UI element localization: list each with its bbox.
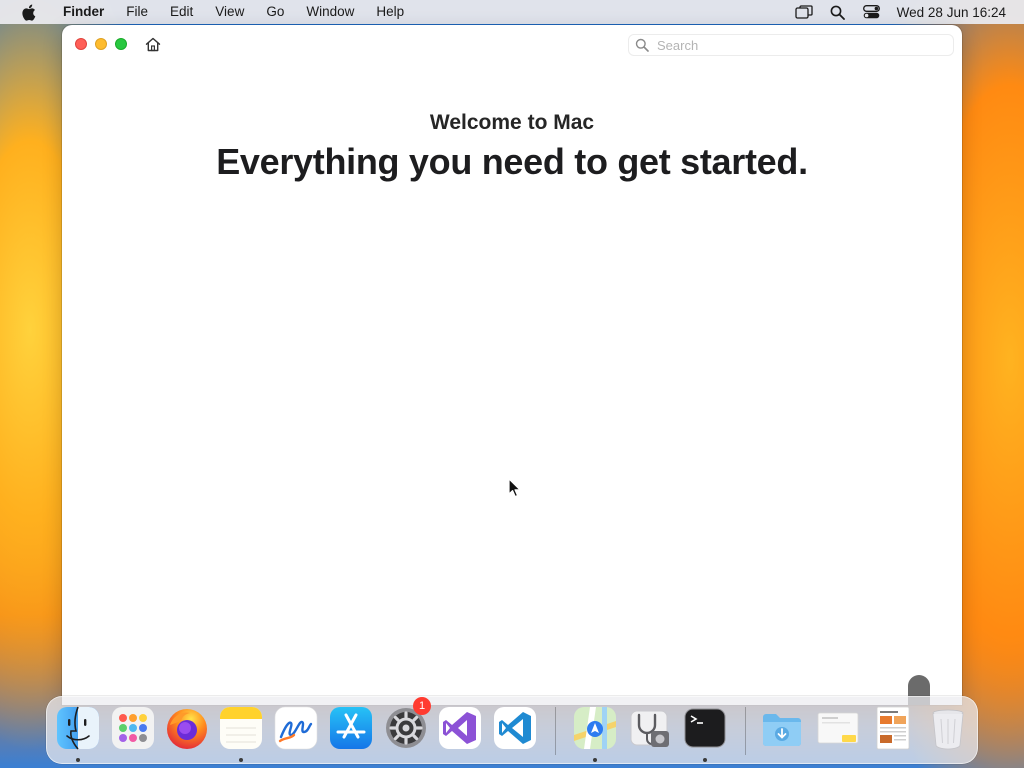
search-input[interactable] — [657, 37, 937, 53]
visual-studio-icon — [439, 707, 481, 749]
menu-bar: Finder File Edit View Go Window Help Wed… — [0, 0, 1024, 24]
disk-utility-icon — [630, 710, 669, 747]
welcome-subtitle: Welcome to Mac — [429, 111, 595, 134]
terminal-icon — [684, 708, 726, 748]
dock-separator — [745, 707, 746, 755]
close-window-button[interactable] — [75, 38, 87, 50]
dock-item-maps[interactable] — [572, 705, 618, 751]
menu-help[interactable]: Help — [365, 0, 415, 24]
dock-running-indicator — [239, 758, 243, 762]
app-store-icon — [330, 707, 372, 749]
dock-item-launchpad[interactable] — [110, 705, 156, 751]
control-center-icon[interactable] — [855, 0, 889, 24]
firefox-icon — [167, 709, 207, 749]
notes-icon — [220, 707, 262, 749]
document-stack-icon — [817, 712, 859, 744]
menu-go[interactable]: Go — [255, 0, 295, 24]
menu-app-name[interactable]: Finder — [52, 0, 115, 24]
dock-item-system-settings[interactable]: 1 — [383, 697, 431, 751]
dock-item-vscode[interactable] — [492, 705, 538, 751]
minimize-window-button[interactable] — [95, 38, 107, 50]
dock: 1 — [46, 696, 978, 764]
dock-item-notes[interactable] — [218, 705, 264, 751]
notification-badge: 1 — [413, 697, 431, 715]
welcome-window: Welcome to Mac Everything you need to ge… — [62, 25, 962, 705]
document-preview-icon — [876, 706, 910, 750]
downloads-folder-icon — [763, 714, 801, 746]
freeform-icon — [274, 706, 318, 750]
dock-running-indicator — [703, 758, 707, 762]
search-field[interactable] — [628, 34, 954, 56]
menu-window[interactable]: Window — [295, 0, 365, 24]
menu-file[interactable]: File — [115, 0, 159, 24]
dock-item-app-store[interactable] — [328, 705, 374, 751]
vscode-icon — [494, 707, 536, 749]
dock-running-indicator — [76, 758, 80, 762]
finder-icon — [57, 706, 99, 750]
launchpad-icon — [112, 707, 154, 749]
dock-item-document-preview[interactable] — [869, 705, 915, 751]
dock-item-finder[interactable] — [55, 705, 101, 751]
maps-icon — [574, 707, 616, 749]
mouse-cursor-icon — [508, 478, 521, 498]
dock-item-disk-utility[interactable] — [627, 705, 673, 751]
zoom-window-button[interactable] — [115, 38, 127, 50]
dock-item-document-stack[interactable] — [814, 705, 860, 751]
dock-running-indicator — [593, 758, 597, 762]
menu-edit[interactable]: Edit — [159, 0, 204, 24]
search-icon — [635, 38, 649, 52]
dock-item-visual-studio[interactable] — [437, 705, 483, 751]
spotlight-search-icon[interactable] — [821, 0, 855, 24]
menu-view[interactable]: View — [204, 0, 255, 24]
dock-item-firefox[interactable] — [164, 705, 210, 751]
dock-item-trash[interactable] — [925, 705, 971, 751]
menu-bar-clock[interactable]: Wed 28 Jun 16:24 — [889, 5, 1024, 20]
trash-icon — [932, 709, 964, 750]
home-icon[interactable] — [144, 35, 162, 53]
dock-item-downloads[interactable] — [759, 705, 805, 751]
screen-mirroring-icon[interactable] — [787, 0, 821, 24]
welcome-headline: Everything you need to get started. — [216, 141, 808, 182]
dock-item-terminal[interactable] — [682, 705, 728, 751]
dock-separator — [555, 707, 556, 755]
dock-item-freeform[interactable] — [273, 705, 319, 751]
window-titlebar[interactable] — [62, 25, 962, 65]
apple-menu-icon[interactable] — [18, 2, 38, 22]
